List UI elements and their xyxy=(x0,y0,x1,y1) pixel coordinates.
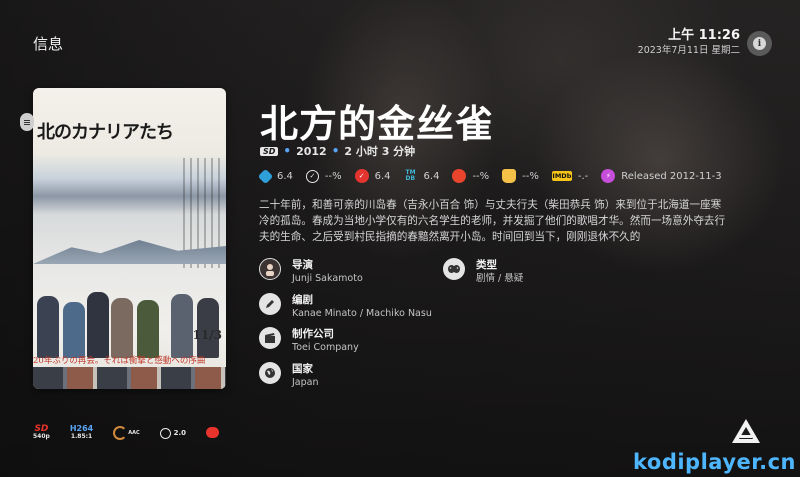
meta-separator: • xyxy=(283,144,292,158)
rating-kodi: 6.4 xyxy=(257,168,293,184)
plot-description[interactable]: 二十年前，和善可亲的川岛春（吉永小百合 饰）与丈夫行夫（柴田恭兵 饰）来到位于北… xyxy=(259,197,729,245)
rating-tomato: --% xyxy=(452,169,489,183)
resolution-flag: SD 540p xyxy=(33,424,50,441)
trakt-red-icon: ✓ xyxy=(354,169,369,183)
movie-poster[interactable]: 北のカナリアたち 11/3 20年ぶりの再会。それは衝撃と感動への序曲 xyxy=(33,88,226,389)
ratings-row: 6.4 ✓ --% ✓ 6.4 TM DB 6.4 --% --% IMDb -.… xyxy=(257,168,735,184)
speech-bubble-icon xyxy=(206,426,220,438)
movie-year: 2012 xyxy=(296,144,327,158)
skin-logo-icon xyxy=(731,418,761,444)
imdb-icon: IMDb xyxy=(551,171,572,181)
poster-title: 北のカナリアたち xyxy=(37,122,174,143)
film-icon xyxy=(259,327,281,349)
credit-writer[interactable]: 编剧 Kanae Minato / Machiko Nasu xyxy=(259,293,432,321)
codec-flag: H264 1.85:1 xyxy=(69,424,94,441)
movie-meta: SD • 2012 • 2 小时 3 分钟 xyxy=(260,143,415,159)
subtitle-flag xyxy=(206,426,220,440)
globe-icon xyxy=(259,362,281,384)
credit-country[interactable]: 国家 Japan xyxy=(259,362,319,390)
poster-tagline: 20年ぶりの再会。それは衝撃と感動への序曲 xyxy=(33,356,206,366)
poster-release-date: 11/3 xyxy=(192,328,222,342)
pencil-icon xyxy=(259,293,281,315)
watermark-site: kodiplayer.cn xyxy=(633,450,796,474)
rating-imdb: IMDb -.- xyxy=(551,170,589,182)
director-avatar-icon xyxy=(259,258,281,280)
info-icon: i xyxy=(753,37,766,50)
credit-genre[interactable]: 类型 剧情 / 悬疑 xyxy=(443,258,523,286)
poster-photo-strip xyxy=(33,367,226,389)
tomato-icon xyxy=(452,169,467,183)
info-button[interactable]: i xyxy=(747,31,772,56)
menu-icon xyxy=(24,121,30,123)
rating-trakt-red: ✓ 6.4 xyxy=(354,169,391,183)
trakt-icon: ✓ xyxy=(305,169,319,183)
movie-title: 北方的金丝雀 xyxy=(260,102,495,146)
clock-date: 2023年7月11日 星期二 xyxy=(637,45,740,56)
speaker-icon xyxy=(159,427,171,439)
audio-codec-flag: AAC xyxy=(113,426,140,440)
meta-separator: • xyxy=(331,144,340,158)
side-menu-handle[interactable] xyxy=(20,113,34,131)
rating-released: ⚡ Released 2012-11-3 xyxy=(601,169,722,183)
rating-popcorn: --% xyxy=(502,169,539,183)
popcorn-icon xyxy=(502,169,517,183)
quality-badge: SD xyxy=(260,146,279,156)
movie-runtime: 2 小时 3 分钟 xyxy=(344,145,416,158)
poster-cast-figures xyxy=(33,278,226,358)
audio-channels-flag: 2.0 xyxy=(159,427,186,439)
rating-tmdb: TM DB 6.4 xyxy=(405,169,440,182)
kodi-icon xyxy=(257,168,274,184)
released-icon: ⚡ xyxy=(601,169,616,183)
credit-studio[interactable]: 制作公司 Toei Company xyxy=(259,327,359,355)
clock: 上午 11:26 2023年7月11日 星期二 xyxy=(638,28,740,58)
rating-trakt: ✓ --% xyxy=(305,169,342,183)
clock-time: 上午 11:26 xyxy=(668,28,740,43)
page-title: 信息 xyxy=(33,35,64,53)
media-flags: SD 540p H264 1.85:1 AAC 2.0 xyxy=(33,424,220,441)
audio-wave-icon xyxy=(113,426,128,440)
credit-director[interactable]: 导演 Junji Sakamoto xyxy=(259,258,363,286)
masks-icon xyxy=(443,258,465,280)
tmdb-icon: TM DB xyxy=(405,169,416,182)
